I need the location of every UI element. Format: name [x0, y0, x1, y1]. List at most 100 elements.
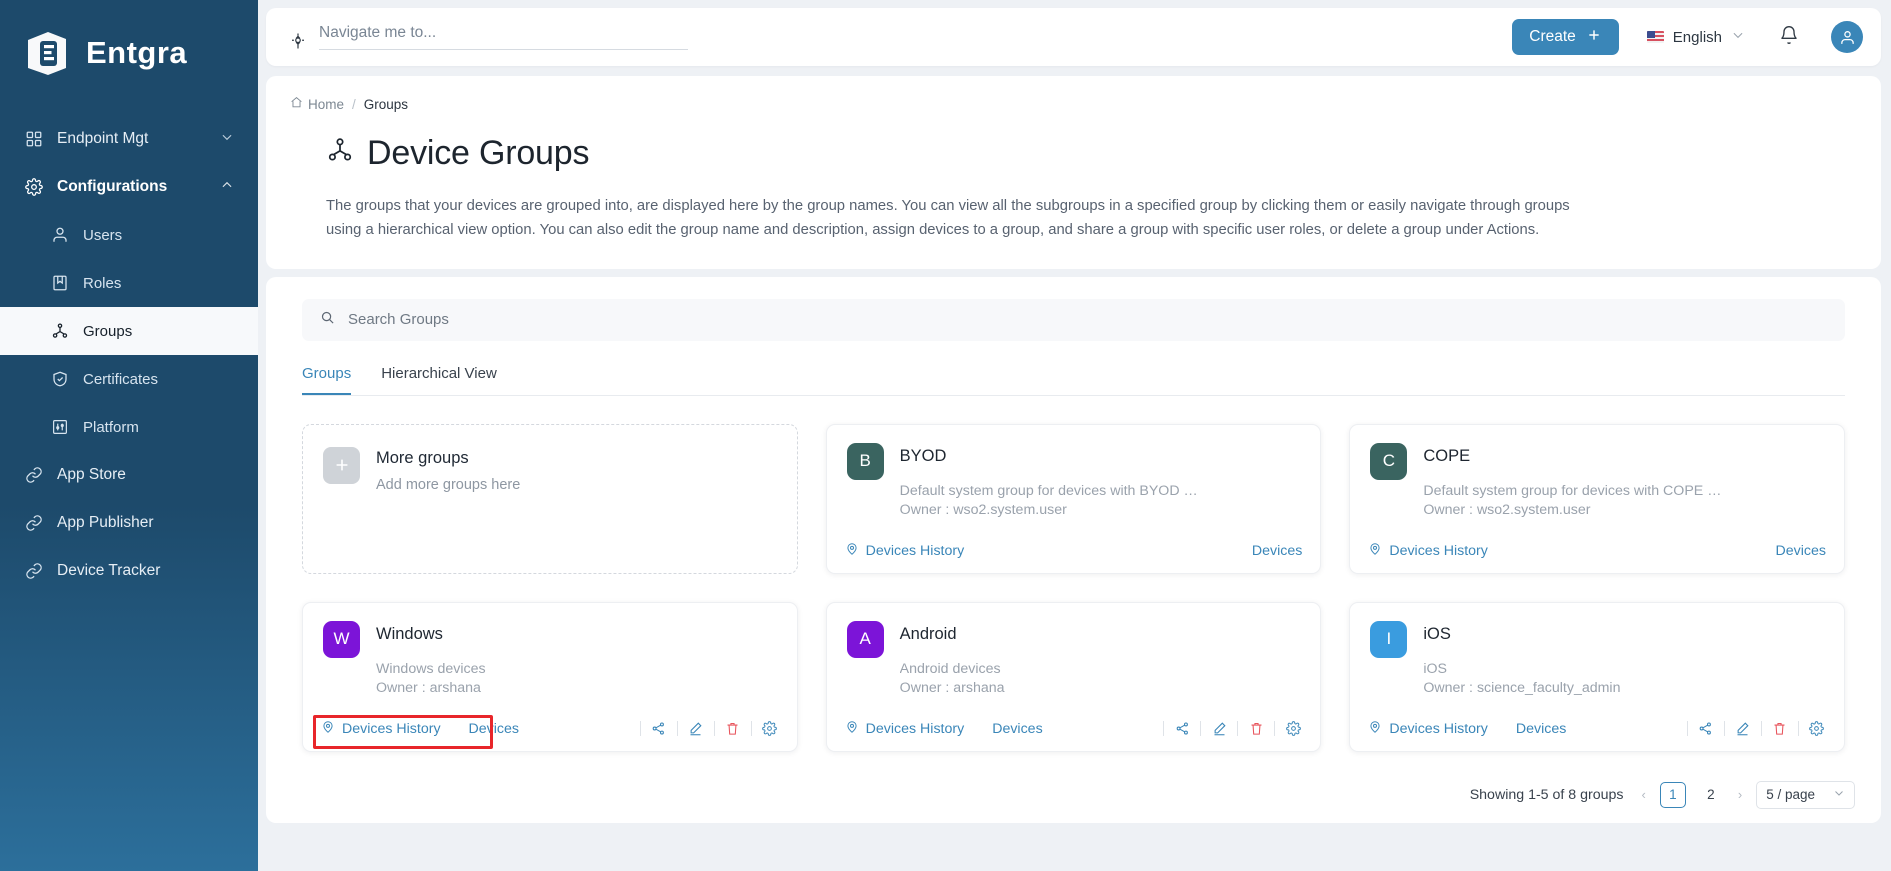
language-selector[interactable]: English: [1646, 28, 1745, 46]
card-header: C COPE: [1370, 442, 1824, 480]
groups-icon: [326, 134, 354, 173]
sidebar-item-device-tracker[interactable]: Device Tracker: [0, 547, 258, 595]
more-groups-card[interactable]: More groups Add more groups here: [302, 423, 798, 574]
group-avatar: I: [1370, 620, 1408, 658]
chevron-down-icon: [1833, 787, 1845, 802]
card-body: Android devices Owner : arshana: [847, 661, 1301, 696]
brand[interactable]: Entgra: [0, 0, 258, 105]
pagination-page-1[interactable]: 1: [1659, 781, 1686, 808]
trash-delete-icon[interactable]: [1771, 720, 1789, 738]
sidebar-item-configurations[interactable]: Configurations: [0, 163, 258, 211]
devices-history-link[interactable]: Devices History: [845, 720, 965, 738]
devices-link[interactable]: Devices: [992, 721, 1042, 737]
gear-settings-icon[interactable]: [1808, 720, 1826, 738]
group-card-byod[interactable]: B BYOD Default system group for devices …: [825, 423, 1322, 574]
view-tabs: Groups Hierarchical View: [302, 365, 1845, 396]
plus-icon: [323, 446, 360, 484]
group-name: BYOD: [899, 446, 947, 465]
location-pin-icon: [845, 542, 859, 560]
user-avatar[interactable]: [1831, 21, 1863, 53]
create-button[interactable]: Create: [1512, 19, 1619, 55]
navigate-input[interactable]: [319, 24, 688, 42]
divider: [1274, 721, 1276, 737]
pagination-prev[interactable]: ‹: [1640, 787, 1648, 802]
sidebar-item-label: Configurations: [57, 178, 168, 195]
divider: [713, 721, 715, 737]
group-description: Windows devices: [376, 660, 486, 677]
breadcrumb-home[interactable]: Home: [290, 96, 344, 112]
group-card-windows[interactable]: W Windows Windows devices Owner : arshan…: [302, 601, 798, 752]
pagination-info: Showing 1-5 of 8 groups: [1469, 786, 1624, 803]
page-size-selector[interactable]: 5 / page: [1756, 780, 1855, 809]
card-actions: Devices History Devices: [845, 720, 1303, 738]
devices-link[interactable]: Devices: [1516, 721, 1566, 737]
group-card-ios[interactable]: I iOS iOS Owner : science_faculty_admin: [1349, 601, 1845, 752]
devices-history-link[interactable]: Devices History: [1368, 542, 1488, 560]
gear-settings-icon[interactable]: [761, 720, 779, 738]
sidebar-item-certificates[interactable]: Certificates: [0, 355, 258, 403]
navigate-input-wrap: [319, 24, 688, 50]
location-pin-icon: [1368, 542, 1382, 560]
sidebar-item-roles[interactable]: Roles: [0, 259, 258, 307]
navigate-search[interactable]: [288, 24, 688, 50]
pagination-next[interactable]: ›: [1736, 787, 1744, 802]
sidebar-item-label: App Publisher: [57, 514, 154, 531]
devices-history-label: Devices History: [865, 720, 965, 737]
divider: [1686, 721, 1688, 737]
tab-hierarchical-view[interactable]: Hierarchical View: [381, 365, 497, 395]
devices-history-link[interactable]: Devices History: [1368, 720, 1488, 738]
pencil-edit-icon[interactable]: [1210, 720, 1228, 738]
sidebar-item-users[interactable]: Users: [0, 211, 258, 259]
sidebar-item-label: Roles: [83, 274, 122, 292]
devices-link[interactable]: Devices: [469, 721, 519, 737]
tab-groups[interactable]: Groups: [302, 365, 352, 395]
card-header: I iOS: [1370, 620, 1824, 658]
group-description: Default system group for devices with BY…: [899, 482, 1200, 499]
group-name: Windows: [376, 624, 443, 643]
card-actions: Devices History Devices: [1368, 720, 1826, 738]
roles-icon: [50, 274, 69, 293]
notifications-bell-icon[interactable]: [1779, 25, 1799, 50]
group-avatar: W: [323, 620, 360, 658]
sidebar-item-app-store[interactable]: App Store: [0, 451, 258, 499]
share-icon[interactable]: [1173, 720, 1191, 738]
devices-link[interactable]: Devices: [1252, 543, 1302, 559]
sidebar-item-platform[interactable]: Platform: [0, 403, 258, 451]
devices-history-label: Devices History: [1389, 720, 1488, 737]
breadcrumb-separator: /: [352, 96, 356, 112]
card-action-icons: [631, 720, 779, 738]
share-icon[interactable]: [650, 720, 668, 738]
sidebar-item-groups[interactable]: Groups: [0, 307, 258, 355]
gear-icon: [24, 178, 43, 197]
group-avatar: A: [846, 620, 884, 658]
card-actions: Devices History Devices: [845, 542, 1302, 560]
location-pin-icon: [1368, 720, 1382, 738]
location-pin-icon: [845, 720, 859, 738]
sidebar-item-label: Users: [83, 226, 123, 244]
sidebar-item-app-publisher[interactable]: App Publisher: [0, 499, 258, 547]
group-card-android[interactable]: A Android Android devices Owner : arshan…: [825, 601, 1322, 752]
pencil-edit-icon[interactable]: [1734, 720, 1752, 738]
sidebar-item-label: Platform: [83, 418, 139, 436]
card-body: iOS Owner : science_faculty_admin: [1370, 661, 1824, 696]
trash-delete-icon[interactable]: [1247, 720, 1265, 738]
search-groups-box[interactable]: [302, 298, 1845, 341]
group-card-cope[interactable]: C COPE Default system group for devices …: [1349, 423, 1845, 574]
chevron-down-icon: [220, 130, 234, 149]
divider: [1163, 721, 1165, 737]
card-body: Default system group for devices with CO…: [1370, 483, 1824, 518]
share-icon[interactable]: [1697, 720, 1715, 738]
devices-link[interactable]: Devices: [1776, 543, 1826, 559]
divider: [1200, 721, 1202, 737]
user-icon: [50, 226, 69, 245]
divider: [676, 721, 678, 737]
sidebar-item-endpoint-mgt[interactable]: Endpoint Mgt: [0, 115, 258, 163]
search-groups-input[interactable]: [348, 311, 1827, 329]
trash-delete-icon[interactable]: [724, 720, 742, 738]
pencil-edit-icon[interactable]: [687, 720, 705, 738]
devices-history-link[interactable]: Devices History: [845, 542, 964, 560]
pagination-page-2[interactable]: 2: [1697, 781, 1724, 808]
gear-settings-icon[interactable]: [1284, 720, 1302, 738]
page-size-label: 5 / page: [1766, 787, 1815, 803]
devices-history-link[interactable]: Devices History: [321, 720, 441, 738]
